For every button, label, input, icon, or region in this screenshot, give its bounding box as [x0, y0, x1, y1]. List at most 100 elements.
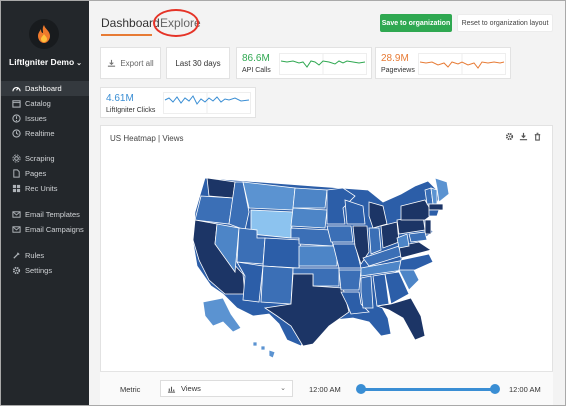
card-title: US Heatmap | Views — [110, 134, 184, 143]
us-heatmap[interactable] — [193, 176, 453, 376]
metric-label: Metric — [120, 385, 141, 394]
slider-handle-start[interactable] — [356, 384, 366, 394]
state-kansas — [298, 245, 338, 267]
rules-icon — [10, 251, 22, 260]
save-to-organization-button[interactable]: Save to organization — [380, 14, 452, 32]
metric-label: API Calls — [242, 67, 271, 74]
state-colorado — [262, 237, 302, 269]
state-washington — [206, 177, 236, 199]
trash-icon[interactable] — [533, 132, 543, 142]
sidebar-item-label: Issues — [25, 114, 47, 123]
sidebar-item-label: Email Templates — [25, 210, 80, 219]
state-north-dakota — [292, 187, 328, 209]
nav-group-email: Email Templates Email Campaigns — [1, 207, 89, 237]
chevron-down-icon: ⌄ — [76, 60, 83, 67]
sidebar-item-label: Rec Units — [25, 184, 58, 193]
time-range-slider[interactable] — [359, 388, 497, 391]
sidebar-item-dashboard[interactable]: Dashboard — [1, 81, 89, 96]
sidebar-item-issues[interactable]: Issues — [1, 111, 89, 126]
metric-label: Pageviews — [381, 67, 415, 74]
slider-handle-end[interactable] — [490, 384, 500, 394]
state-south-dakota — [290, 207, 328, 229]
nav-group-config: Rules Settings — [1, 248, 89, 278]
catalog-icon — [10, 99, 22, 108]
export-label: Export all — [120, 58, 154, 68]
metric-card-liftigniter-clicks[interactable]: 4.61M LiftIgniter Clicks — [100, 87, 256, 118]
sidebar-item-scraping[interactable]: Scraping — [1, 151, 89, 166]
realtime-icon — [10, 129, 22, 138]
download-icon[interactable] — [519, 132, 529, 142]
nav-group-main: Dashboard Catalog Issues Realtime — [1, 81, 89, 141]
state-massachusetts — [428, 203, 444, 211]
main-content: Dashboard Explore Save to organization R… — [89, 1, 565, 405]
reset-layout-button[interactable]: Reset to organization layout — [457, 14, 553, 32]
sparkline-clicks — [163, 92, 251, 114]
sidebar-item-label: Scraping — [25, 154, 55, 163]
metric-card-pageviews[interactable]: 28.9M Pageviews — [375, 47, 511, 79]
state-mississippi — [360, 275, 374, 309]
metric-card-api-calls[interactable]: 86.6M API Calls — [236, 47, 372, 79]
download-icon — [107, 59, 116, 68]
dashboard-icon — [10, 84, 22, 93]
state-new-mexico — [260, 265, 294, 305]
scraping-icon — [10, 154, 22, 163]
sidebar: LiftIgniter Demo ⌄ Dashboard Catalog Issu… — [1, 1, 89, 405]
state-hawaii — [252, 341, 276, 359]
gear-icon — [10, 266, 22, 275]
sparkline-api-calls — [279, 53, 367, 75]
export-all-button[interactable]: Export all — [100, 47, 161, 79]
metric-label: LiftIgniter Clicks — [106, 107, 156, 114]
gear-icon[interactable] — [505, 132, 515, 142]
highlight-circle — [153, 9, 199, 37]
metric-select-value: Views — [181, 384, 201, 393]
sidebar-item-label: Catalog — [25, 99, 51, 108]
sidebar-item-label: Settings — [25, 266, 53, 275]
state-oregon — [194, 195, 234, 225]
bar-chart-icon — [167, 385, 176, 393]
sidebar-item-email-templates[interactable]: Email Templates — [1, 207, 89, 222]
rec-units-icon — [10, 184, 22, 193]
us-heatmap-card: US Heatmap | Views — [100, 125, 553, 405]
card-toolbar — [505, 132, 543, 142]
nav-group-content: Scraping Pages Rec Units — [1, 151, 89, 196]
state-indiana — [368, 227, 382, 255]
sidebar-item-rules[interactable]: Rules — [1, 248, 89, 263]
email-campaigns-icon — [10, 225, 22, 234]
metric-value: 86.6M — [242, 53, 270, 64]
sidebar-item-settings[interactable]: Settings — [1, 263, 89, 278]
email-templates-icon — [10, 210, 22, 219]
org-switcher[interactable]: LiftIgniter Demo ⌄ — [9, 57, 82, 67]
metric-value: 28.9M — [381, 53, 409, 64]
map-controls: Metric Views ⌄ 12:00 AM 12:00 AM — [100, 371, 553, 405]
sparkline-pageviews — [418, 53, 506, 75]
active-tab-underline — [101, 34, 152, 36]
chevron-down-icon: ⌄ — [280, 385, 286, 392]
state-maryland — [408, 231, 428, 243]
metric-select[interactable]: Views ⌄ — [160, 380, 293, 397]
time-end-label: 12:00 AM — [509, 385, 541, 394]
sidebar-item-rec-units[interactable]: Rec Units — [1, 181, 89, 196]
pages-icon — [10, 169, 22, 178]
state-arkansas — [338, 269, 362, 291]
sidebar-item-label: Pages — [25, 169, 47, 178]
tab-dashboard[interactable]: Dashboard — [101, 16, 160, 30]
sidebar-item-realtime[interactable]: Realtime — [1, 126, 89, 141]
sidebar-item-label: Realtime — [25, 129, 55, 138]
sidebar-item-pages[interactable]: Pages — [1, 166, 89, 181]
state-connecticut — [428, 209, 440, 217]
metric-value: 4.61M — [106, 93, 134, 104]
app-window: LiftIgniter Demo ⌄ Dashboard Catalog Issu… — [0, 0, 566, 406]
flame-icon — [38, 25, 50, 43]
state-iowa — [326, 225, 354, 243]
issues-icon — [10, 114, 22, 123]
time-start-label: 12:00 AM — [309, 385, 341, 394]
state-new-jersey — [424, 219, 432, 235]
sidebar-item-email-campaigns[interactable]: Email Campaigns — [1, 222, 89, 237]
org-name: LiftIgniter Demo — [9, 57, 75, 67]
date-range-button[interactable]: Last 30 days — [166, 47, 230, 79]
logo — [29, 19, 59, 49]
sidebar-item-label: Email Campaigns — [25, 225, 84, 234]
sidebar-item-label: Rules — [25, 251, 45, 260]
sidebar-item-label: Dashboard — [25, 84, 62, 93]
sidebar-item-catalog[interactable]: Catalog — [1, 96, 89, 111]
